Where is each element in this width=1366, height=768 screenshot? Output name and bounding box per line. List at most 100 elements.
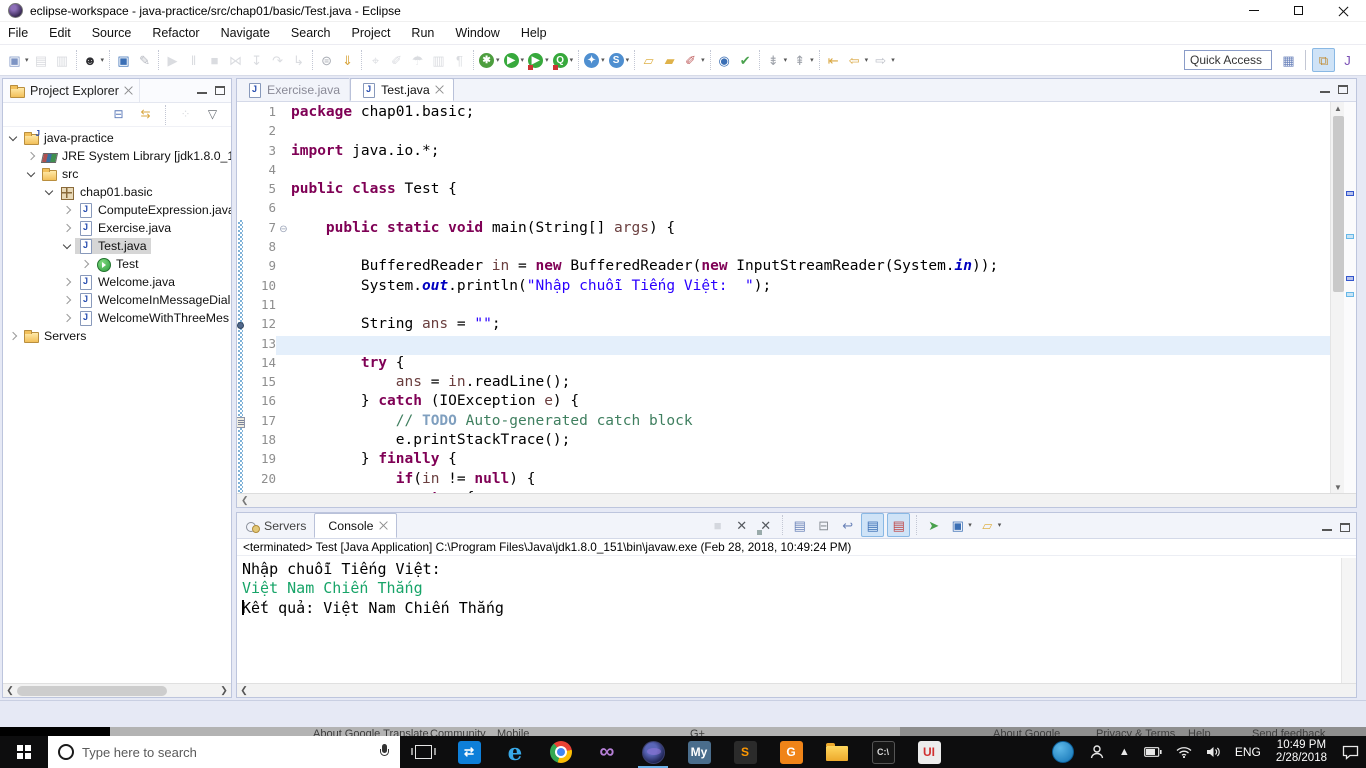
clear-console-button[interactable]: ▤ bbox=[789, 513, 810, 537]
menu-search[interactable]: Search bbox=[291, 26, 331, 40]
project-explorer-tab[interactable]: Project Explorer bbox=[3, 78, 140, 103]
menu-edit[interactable]: Edit bbox=[49, 26, 71, 40]
menu-refactor[interactable]: Refactor bbox=[152, 26, 199, 40]
link-with-editor-button[interactable]: ⇆ bbox=[135, 103, 156, 127]
scroll-left-icon[interactable]: ❮ bbox=[3, 685, 17, 696]
editor-hscrollbar[interactable]: ❮ bbox=[237, 493, 1356, 507]
line-number[interactable]: 2 bbox=[244, 123, 276, 142]
scroll-right-icon[interactable]: ❯ bbox=[217, 685, 231, 696]
dropdown-arrow-icon[interactable]: ▾ bbox=[25, 56, 29, 64]
close-icon[interactable] bbox=[124, 86, 133, 95]
dropdown-arrow-icon[interactable]: ▾ bbox=[545, 56, 549, 64]
open-console-button[interactable]: ▱ ▾ bbox=[977, 513, 1004, 537]
export-file-button[interactable]: ▰ bbox=[659, 48, 680, 72]
menu-project[interactable]: Project bbox=[352, 26, 391, 40]
import-file-button[interactable]: ▱ bbox=[638, 48, 659, 72]
code-line-12[interactable]: 12 String ans = ""; bbox=[237, 316, 1330, 335]
dropdown-arrow-icon[interactable]: ▾ bbox=[998, 521, 1002, 529]
line-number[interactable]: 17 bbox=[244, 413, 276, 432]
dropdown-arrow-icon[interactable]: ▾ bbox=[701, 56, 705, 64]
expand-arrow-icon[interactable] bbox=[61, 275, 75, 289]
minimize-view-button[interactable] bbox=[1322, 523, 1332, 531]
start-button[interactable] bbox=[0, 736, 48, 768]
code-line-17[interactable]: 17 // TODO Auto-generated catch block bbox=[237, 413, 1330, 432]
code-line-6[interactable]: 6 bbox=[244, 200, 1330, 219]
explorer-hscrollbar[interactable]: ❮ ❯ bbox=[3, 683, 231, 697]
tree-item-jre-system-library-jdk1-8-0-15[interactable]: JRE System Library [jdk1.8.0_15 bbox=[3, 147, 231, 165]
close-icon[interactable] bbox=[379, 521, 388, 530]
open-perspective-button[interactable]: ▦ bbox=[1278, 48, 1299, 72]
code-line-2[interactable]: 2 bbox=[244, 123, 1330, 142]
maximize-view-button[interactable] bbox=[1340, 523, 1350, 532]
remove-all-terminated-button[interactable]: ✕ bbox=[755, 513, 776, 537]
microphone-icon[interactable] bbox=[379, 744, 390, 760]
tree-item-java-practice[interactable]: Jjava-practice bbox=[3, 129, 231, 147]
code-line-7[interactable]: 7 ⊖ public static void main(String[] args… bbox=[244, 220, 1330, 239]
tree-item-test[interactable]: Test bbox=[3, 255, 231, 273]
collapse-arrow-icon[interactable] bbox=[43, 185, 57, 199]
tree-item-welcome-java[interactable]: Welcome.java bbox=[3, 273, 231, 291]
code-line-9[interactable]: 9 BufferedReader in = new BufferedReader… bbox=[244, 258, 1330, 277]
perspective-javaee-button[interactable]: ⧉ bbox=[1312, 48, 1335, 72]
expand-arrow-icon[interactable] bbox=[25, 149, 39, 163]
taskbar-app-chrome[interactable] bbox=[538, 736, 584, 768]
task-view-button[interactable] bbox=[400, 736, 446, 768]
taskbar-app-sublime-text[interactable]: S bbox=[722, 736, 768, 768]
scroll-lock-button[interactable]: ⊟ bbox=[813, 513, 834, 537]
line-number[interactable]: 9 bbox=[244, 258, 276, 277]
dropdown-arrow-icon[interactable]: ▾ bbox=[810, 56, 814, 64]
code-line-5[interactable]: 5 public class Test { bbox=[244, 181, 1330, 200]
fold-collapse-icon[interactable]: ⊖ bbox=[276, 220, 291, 239]
debug-button[interactable]: ✱ ▾ bbox=[477, 48, 502, 72]
expand-arrow-icon[interactable] bbox=[61, 221, 75, 235]
task-marker-icon[interactable] bbox=[237, 416, 245, 428]
taskbar-app-unikey[interactable]: UI bbox=[906, 736, 952, 768]
highlighter-button[interactable]: ✐ ▾ bbox=[680, 48, 707, 72]
editor-vscrollbar[interactable]: ▲ ▼ bbox=[1330, 102, 1344, 494]
editor-tab-exercise-java[interactable]: Exercise.java bbox=[237, 78, 351, 101]
wifi-indicator[interactable] bbox=[1169, 736, 1199, 768]
occurrence-marker[interactable] bbox=[1346, 276, 1354, 281]
skip-all-breakpoints-button[interactable]: ⊜ bbox=[316, 48, 337, 72]
view-menu-button[interactable]: ▽ bbox=[202, 103, 223, 127]
menu-help[interactable]: Help bbox=[521, 26, 547, 40]
new-web-project-button[interactable]: ✦ ▾ bbox=[582, 48, 607, 72]
open-console-view-button[interactable]: ▣ bbox=[113, 48, 134, 72]
code-line-11[interactable]: 11 bbox=[244, 297, 1330, 316]
console-tab-console[interactable]: Console bbox=[314, 513, 397, 538]
dropdown-arrow-icon[interactable]: ▾ bbox=[968, 521, 972, 529]
line-number[interactable]: 11 bbox=[244, 297, 276, 316]
menu-navigate[interactable]: Navigate bbox=[221, 26, 270, 40]
window-close-button[interactable] bbox=[1321, 0, 1366, 22]
expand-arrow-icon[interactable] bbox=[79, 257, 93, 271]
use-step-filters-button[interactable]: ⇓ bbox=[337, 48, 358, 72]
occurrence-marker[interactable] bbox=[1346, 292, 1354, 297]
taskbar-search-input[interactable]: Type here to search bbox=[48, 736, 400, 768]
menu-source[interactable]: Source bbox=[92, 26, 132, 40]
scroll-left-icon[interactable]: ❮ bbox=[241, 495, 249, 506]
perspective-java-button[interactable]: J bbox=[1337, 48, 1358, 72]
close-icon[interactable] bbox=[435, 85, 444, 94]
expand-arrow-icon[interactable] bbox=[61, 203, 75, 217]
code-line-13[interactable]: 13 bbox=[244, 335, 1330, 355]
forward-history-button[interactable]: ⇨ ▾ bbox=[870, 48, 897, 72]
expand-arrow-icon[interactable] bbox=[7, 329, 21, 343]
new-wizard-button[interactable]: ▣ ▾ bbox=[4, 48, 31, 72]
volume-indicator[interactable] bbox=[1199, 736, 1228, 768]
line-number[interactable]: 1 bbox=[244, 104, 276, 123]
last-edit-location-button[interactable]: ⇤ bbox=[823, 48, 844, 72]
console-hscrollbar[interactable]: ❮ bbox=[237, 683, 1356, 697]
window-minimize-button[interactable] bbox=[1231, 0, 1276, 22]
tree-item-welcomewiththreemes[interactable]: WelcomeWithThreeMes bbox=[3, 309, 231, 327]
tree-item-exercise-java[interactable]: Exercise.java bbox=[3, 219, 231, 237]
tree-item-src[interactable]: src bbox=[3, 165, 231, 183]
collapse-all-button[interactable]: ⊟ bbox=[108, 103, 129, 127]
line-number[interactable]: 10 bbox=[244, 278, 276, 297]
code-line-10[interactable]: 10 System.out.println("Nhập chuỗi Tiếng … bbox=[244, 278, 1330, 297]
dropdown-arrow-icon[interactable]: ▾ bbox=[784, 56, 788, 64]
line-number[interactable]: 15 bbox=[244, 374, 276, 393]
dropdown-arrow-icon[interactable]: ▾ bbox=[570, 56, 574, 64]
code-line-4[interactable]: 4 bbox=[244, 162, 1330, 181]
scroll-up-icon[interactable]: ▲ bbox=[1331, 102, 1345, 115]
line-number[interactable]: 18 bbox=[244, 432, 276, 451]
